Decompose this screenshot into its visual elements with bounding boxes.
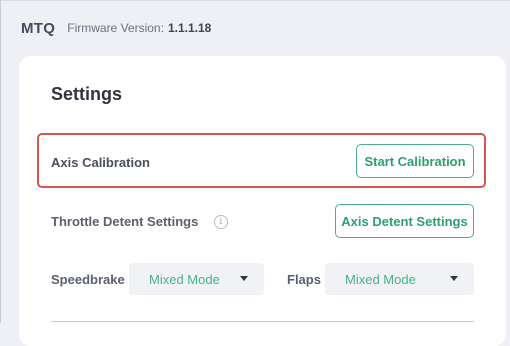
- firmware-label: Firmware Version:: [67, 21, 164, 35]
- flaps-value: Mixed Mode: [345, 271, 416, 287]
- window-left-border: [0, 0, 1, 323]
- chevron-down-icon: [450, 276, 458, 281]
- throttle-detent-label: Throttle Detent Settings: [51, 214, 199, 229]
- flaps-select[interactable]: Mixed Mode: [325, 263, 474, 295]
- axis-detent-settings-button[interactable]: Axis Detent Settings: [335, 204, 474, 238]
- window-top-border: [0, 0, 510, 1]
- brand-logo: MTQ: [21, 19, 56, 37]
- settings-card: Settings Axis Calibration Start Calibrat…: [19, 56, 506, 346]
- speedbrake-select[interactable]: Mixed Mode: [129, 263, 264, 295]
- info-icon[interactable]: i: [214, 215, 228, 229]
- app-header: MTQ Firmware Version: 1.1.1.18: [21, 16, 211, 40]
- flaps-label: Flaps: [287, 272, 321, 287]
- settings-title: Settings: [51, 84, 123, 104]
- section-divider: [51, 321, 474, 322]
- start-calibration-button[interactable]: Start Calibration: [356, 144, 474, 178]
- axis-calibration-label: Axis Calibration: [51, 155, 150, 170]
- chevron-down-icon: [240, 276, 248, 281]
- speedbrake-label: Speedbrake: [51, 272, 125, 287]
- firmware-version: 1.1.1.18: [167, 21, 212, 35]
- speedbrake-value: Mixed Mode: [149, 271, 220, 287]
